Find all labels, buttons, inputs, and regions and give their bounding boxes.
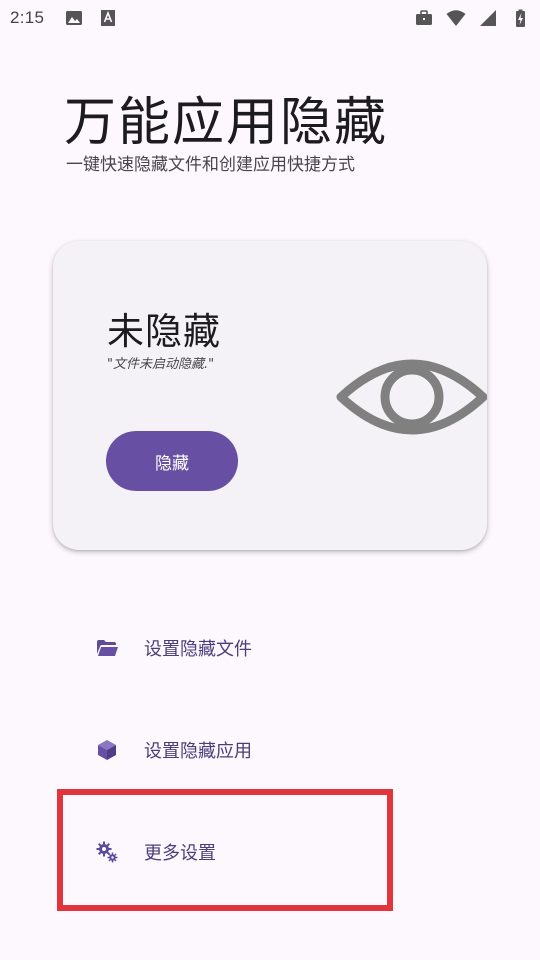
folder-open-icon [94, 635, 120, 661]
hide-status-card: 未隐藏 "文件未启动隐藏." 隐藏 [53, 241, 487, 550]
app-title: 万能应用隐藏 [64, 93, 389, 153]
wifi-icon [446, 8, 466, 28]
app-subtitle: 一键快速隐藏文件和创建应用快捷方式 [66, 155, 355, 175]
battery-charging-icon [510, 8, 530, 28]
status-system-icons [414, 8, 530, 28]
status-notification-icons [64, 8, 118, 28]
menu-item-label: 设置隐藏应用 [144, 741, 252, 762]
menu-item-hide-files[interactable]: 设置隐藏文件 [54, 618, 394, 678]
app-screen: 2:15 万能应用隐藏 一键快速隐藏文件和创建应用快捷方式 未隐藏 "文件未启动… [0, 0, 540, 960]
menu-item-more-settings[interactable]: 更多设置 [54, 822, 394, 882]
hide-status-title: 未隐藏 [107, 310, 221, 353]
hide-button[interactable]: 隐藏 [106, 431, 238, 491]
status-time: 2:15 [10, 8, 45, 27]
status-bar: 2:15 [0, 0, 540, 36]
eye-icon [336, 359, 487, 435]
font-a-icon [98, 8, 118, 28]
cube-icon [94, 737, 120, 763]
gears-icon [94, 839, 120, 865]
menu-item-label: 设置隐藏文件 [144, 639, 252, 660]
signal-icon [478, 8, 498, 28]
image-icon [64, 8, 84, 28]
menu-item-hide-apps[interactable]: 设置隐藏应用 [54, 720, 394, 780]
menu-item-label: 更多设置 [144, 843, 216, 864]
briefcase-icon [414, 8, 434, 28]
hide-status-description: "文件未启动隐藏." [107, 357, 215, 372]
